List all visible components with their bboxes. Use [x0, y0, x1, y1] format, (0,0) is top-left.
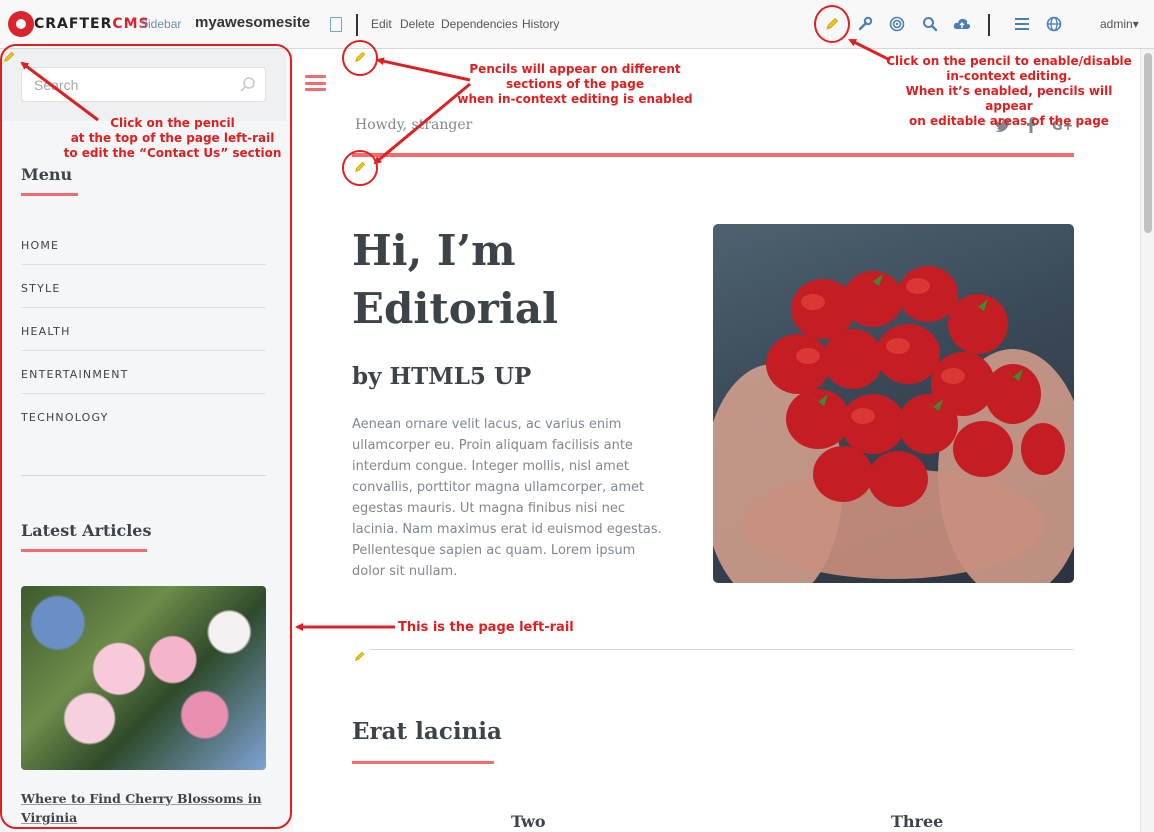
section-title: Erat lacinia	[352, 718, 502, 745]
rail-pencil-annotation-line: at the top of the page left-rail	[70, 131, 275, 145]
pencils-annotation-line: when in-context editing is enabled	[457, 92, 693, 106]
hero-body-text: Aenean ornare velit lacus, ac varius eni…	[352, 417, 662, 579]
article-title-link[interactable]: Where to Find Cherry Blossoms in Virgini…	[21, 789, 266, 827]
delete-button[interactable]: Delete	[400, 17, 435, 31]
toggle-annotation-line: When it’s enabled, pencils will appear	[905, 84, 1113, 113]
target-icon[interactable]	[887, 14, 907, 34]
left-rail: Menu HOME STYLE HEALTH ENTERTAINMENT TEC…	[0, 49, 293, 832]
search-icon[interactable]	[920, 14, 940, 34]
crafter-gear-icon	[10, 13, 32, 35]
rail-pencil-annotation-line: Click on the pencil	[110, 116, 235, 130]
menu-heading: Menu	[21, 165, 73, 184]
search-input[interactable]	[22, 68, 222, 101]
history-button[interactable]: History	[522, 17, 559, 31]
rail-edit-pencil-icon[interactable]	[2, 50, 16, 64]
pencils-annotation: Pencils will appear on different section…	[450, 62, 700, 107]
toggle-annotation-line: on editable areas of the page	[909, 114, 1109, 128]
latest-articles-heading: Latest Articles	[21, 521, 152, 540]
banner-edit-pencil-icon[interactable]	[353, 160, 367, 174]
scrollbar-thumb[interactable]	[1144, 53, 1152, 233]
toolbar-divider	[356, 14, 358, 36]
menu-list: HOME STYLE HEALTH ENTERTAINMENT TECHNOLO…	[21, 222, 266, 437]
menu-item-technology[interactable]: TECHNOLOGY	[21, 394, 266, 437]
cherry-blossom-image[interactable]	[21, 586, 266, 770]
header-accent-bar	[352, 153, 1074, 157]
greeting-text: Howdy, stranger	[355, 117, 473, 133]
page-scrollbar[interactable]	[1140, 49, 1154, 832]
wrench-icon[interactable]	[855, 14, 875, 34]
cloud-upload-icon[interactable]	[952, 14, 972, 34]
crafter-cms-logo[interactable]: CRAFTERCMS	[10, 9, 150, 39]
globe-icon[interactable]	[1044, 14, 1064, 34]
header-edit-pencil-icon[interactable]	[353, 50, 367, 64]
pencils-annotation-line: sections of the page	[505, 77, 644, 91]
column-title-three: Three	[891, 812, 944, 831]
strawberries-image	[713, 224, 1074, 583]
rail-pencil-annotation: Click on the pencil at the top of the pa…	[55, 116, 290, 161]
search-icon[interactable]	[239, 76, 257, 99]
rail-pencil-annotation-line: to edit the “Contact Us” section	[63, 146, 282, 160]
menu-item-style[interactable]: STYLE	[21, 265, 266, 308]
hamburger-menu-icon[interactable]	[305, 75, 326, 91]
site-name[interactable]: myawesomesite	[195, 14, 310, 31]
menu-item-health[interactable]: HEALTH	[21, 308, 266, 351]
toggle-annotation-line: in-context editing.	[946, 69, 1072, 83]
logo-crafter-text: CRAFTER	[34, 16, 113, 32]
rail-divider	[21, 475, 266, 476]
toggle-annotation: Click on the pencil to enable/disable in…	[880, 54, 1138, 129]
hero-subtitle: by HTML5 UP	[352, 363, 532, 390]
menu-heading-underline	[21, 193, 78, 196]
edit-button[interactable]: Edit	[371, 17, 392, 31]
section-title-underline	[352, 761, 494, 764]
dependencies-button[interactable]: Dependencies	[441, 17, 518, 31]
left-rail-annotation: This is the page left-rail	[398, 620, 574, 635]
search-box	[21, 67, 266, 102]
top-toolbar: CRAFTERCMS Sidebar myawesomesite Edit De…	[0, 0, 1154, 49]
page-icon	[330, 17, 342, 32]
user-name: admin	[1100, 17, 1133, 31]
menu-item-home[interactable]: HOME	[21, 222, 266, 265]
toolbar-divider-right	[988, 14, 990, 36]
user-menu[interactable]: admin▾	[1100, 17, 1139, 31]
column-title-two: Two	[511, 812, 546, 831]
section-divider	[370, 649, 1074, 650]
pencils-annotation-line: Pencils will appear on different	[469, 62, 681, 76]
menu-item-entertainment[interactable]: ENTERTAINMENT	[21, 351, 266, 394]
section-edit-pencil-icon[interactable]	[353, 650, 367, 664]
menu-icon[interactable]	[1012, 14, 1032, 34]
hero-title: Hi, I’m Editorial	[352, 226, 559, 333]
sidebar-toggle-link[interactable]: Sidebar	[140, 17, 181, 31]
latest-articles-underline	[21, 549, 147, 552]
pencil-icon[interactable]	[822, 14, 842, 34]
caret-down-icon: ▾	[1132, 17, 1139, 31]
toggle-annotation-line: Click on the pencil to enable/disable	[886, 54, 1132, 68]
